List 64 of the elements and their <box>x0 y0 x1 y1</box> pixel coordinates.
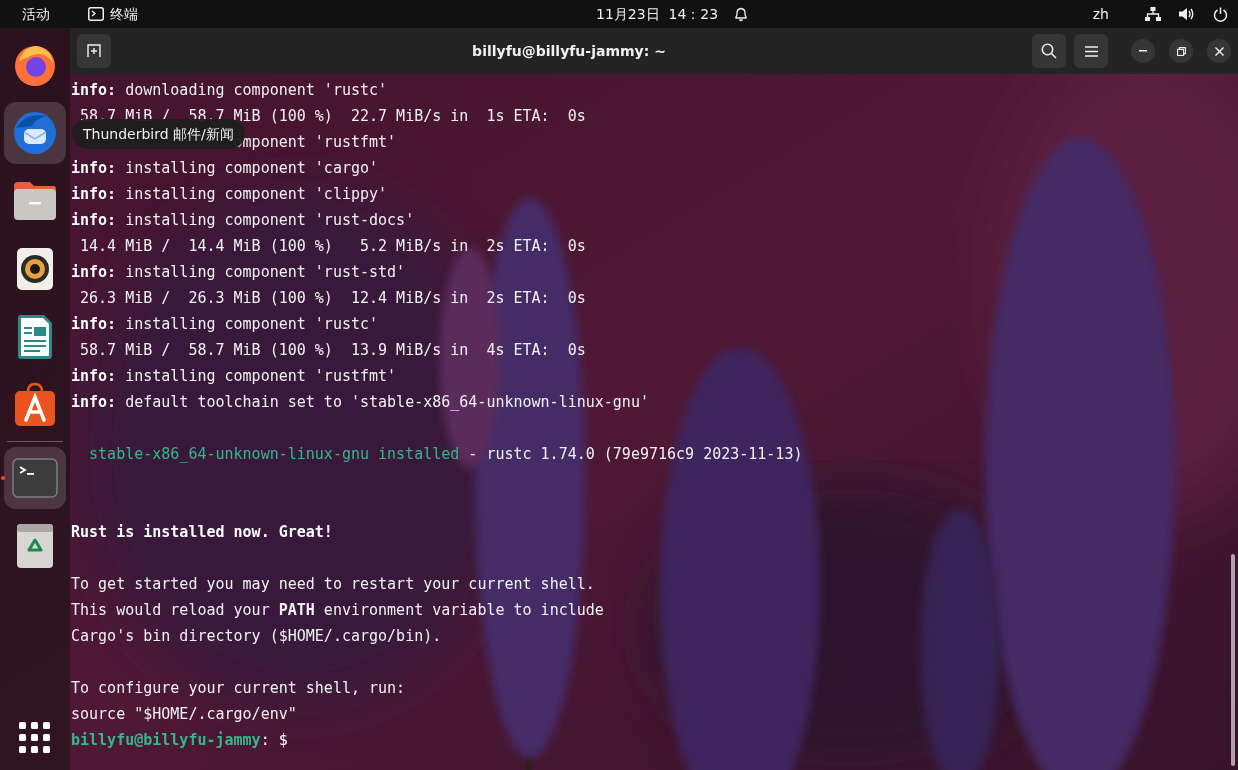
close-button[interactable] <box>1207 39 1231 63</box>
menu-icon <box>1084 45 1098 57</box>
volume-icon[interactable] <box>1179 7 1195 21</box>
prompt-symbol: : $ <box>260 730 288 751</box>
info-label: info: <box>71 262 117 283</box>
minimize-button[interactable] <box>1131 39 1155 63</box>
scrollbar[interactable] <box>1231 554 1235 766</box>
activities-button[interactable]: 活动 <box>18 3 54 25</box>
info-label: info: <box>71 184 117 205</box>
output-line: - rustc 1.74.0 (79e9716c9 2023-11-13) <box>468 444 803 465</box>
output-line: downloading component 'rustc' <box>125 80 388 101</box>
output-line: Rust is installed now. Great! <box>71 523 333 541</box>
restore-icon <box>1176 46 1186 56</box>
info-label: info: <box>71 158 117 179</box>
info-label: info: <box>71 392 117 413</box>
output-line: This would reload your PATH environment variable to include <box>71 601 604 619</box>
output-line: 58.7 MiB / 58.7 MiB (100 %) 13.9 MiB/s in 4s ETA: 0s <box>79 341 586 359</box>
output-line: To get started you may need to restart your current shell. <box>71 575 595 593</box>
network-icon[interactable] <box>1145 7 1161 21</box>
window-title: billyfu@billyfu-jammy: ~ <box>472 41 666 61</box>
output-line: To configure your current shell, run: <box>71 679 406 697</box>
fox-globe-icon <box>13 43 57 87</box>
output-line: 26.3 MiB / 26.3 MiB (100 %) 12.4 MiB/s in 2s ETA: 0s <box>79 289 586 307</box>
menu-button[interactable] <box>1074 34 1108 68</box>
input-method-indicator[interactable]: zh <box>1092 3 1109 25</box>
output-line: 58.7 MiB / 58.7 MiB (100 %) 22.7 MiB/s in 1s ETA: 0s <box>79 107 586 125</box>
new-tab-button[interactable] <box>77 34 111 68</box>
output-line: installing component 'rustc' <box>125 314 379 335</box>
output-line: source "$HOME/.cargo/env" <box>71 705 297 723</box>
grid-icon <box>19 722 51 754</box>
output-line: Cargo's bin directory ($HOME/.cargo/bin). <box>71 627 442 645</box>
folder-icon <box>12 180 58 222</box>
prompt-user: billyfu@billyfu-jammy <box>71 730 261 751</box>
terminal-icon <box>88 7 104 21</box>
bell-icon <box>734 6 749 22</box>
terminal-icon <box>12 458 58 498</box>
maximize-button[interactable] <box>1169 39 1193 63</box>
bird-envelope-icon <box>12 110 58 156</box>
output-line: 14.4 MiB / 14.4 MiB (100 %) 5.2 MiB/s in 2s ETA: 0s <box>79 237 586 255</box>
minimize-icon <box>1139 50 1147 52</box>
output-line: default toolchain set to 'stable-x86_64-unknown-linux-gnu' <box>125 392 649 413</box>
close-icon <box>1214 46 1224 56</box>
info-label: info: <box>71 80 117 101</box>
output-line: installing component 'cargo' <box>125 158 379 179</box>
info-label: info: <box>71 314 117 335</box>
search-icon <box>1041 43 1057 59</box>
toolchain-name: stable-x86_64-unknown-linux-gnu installed <box>89 444 460 465</box>
output-line: installing component 'rustfmt' <box>125 366 397 387</box>
output-line: omponent 'rustfmt' <box>233 133 397 151</box>
document-icon <box>16 314 54 360</box>
dock-item[interactable] <box>4 102 66 164</box>
power-icon[interactable] <box>1213 6 1228 22</box>
clock[interactable]: 11月23日 14：23 <box>596 3 719 25</box>
app-menu[interactable]: 终端 <box>88 3 138 25</box>
info-label: info: <box>71 210 117 231</box>
search-button[interactable] <box>1032 34 1066 68</box>
info-label: info: <box>71 366 117 387</box>
speaker-icon <box>16 247 54 291</box>
output-line: installing component 'rust-std' <box>125 262 406 283</box>
new-tab-icon <box>87 44 101 58</box>
recycle-bin-icon <box>16 523 54 569</box>
output-line: installing component 'rust-docs' <box>125 210 415 231</box>
shopping-bag-icon <box>13 382 57 428</box>
output-line: installing component 'clippy' <box>125 184 388 205</box>
